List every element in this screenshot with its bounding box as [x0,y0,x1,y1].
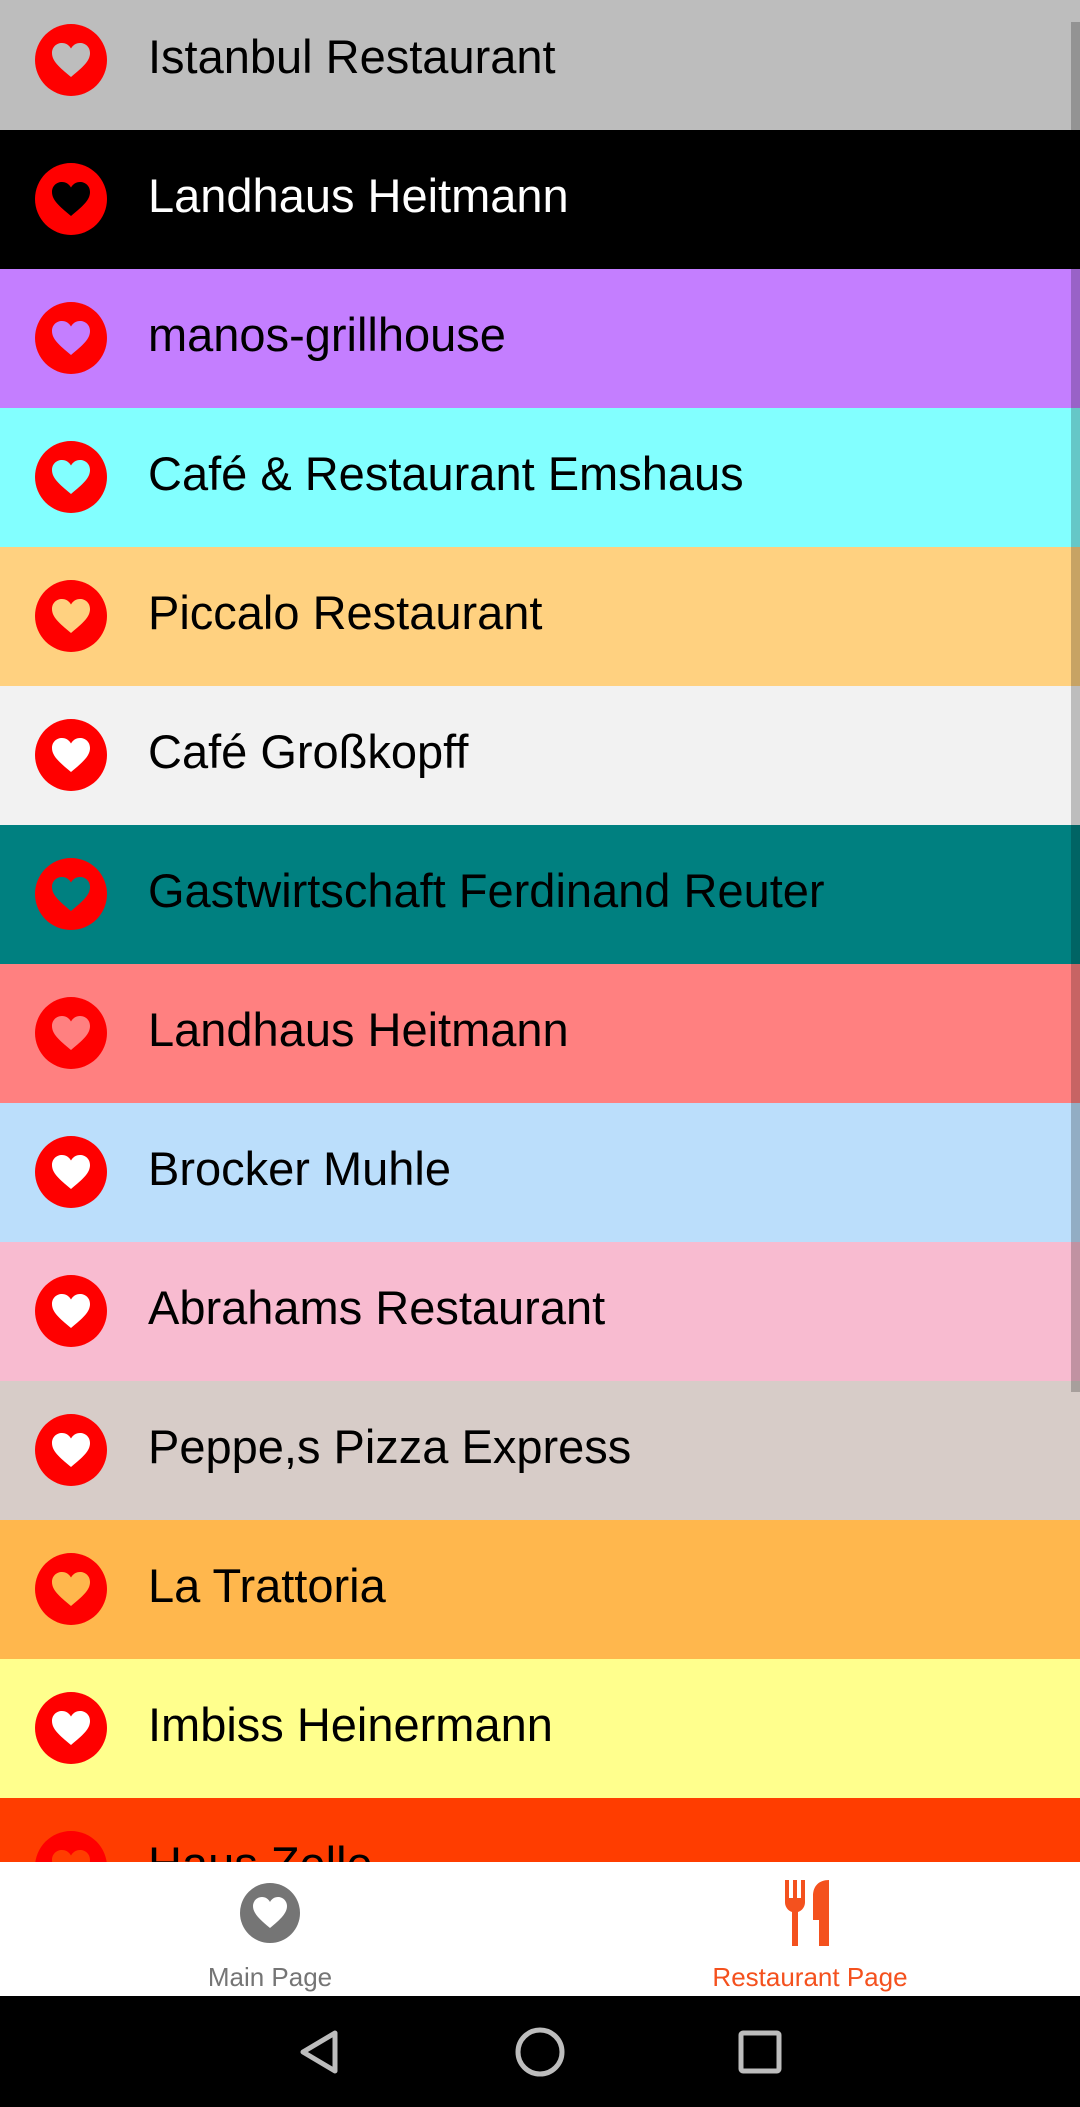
restaurant-name: La Trattoria [148,1559,386,1612]
nav-main-page-label: Main Page [207,1962,333,1992]
heart-icon [52,1433,90,1467]
bottom-navigation: Main Page Restaurant Page [0,1862,1080,1996]
favorite-button[interactable] [35,580,107,652]
favorite-button[interactable] [35,1553,107,1625]
restaurant-name: Imbiss Heinermann [148,1698,553,1751]
heart-circle-icon [238,1878,302,1948]
restaurant-row[interactable]: Haus Zelle [0,1798,1080,1862]
scrollbar[interactable] [1071,22,1080,1392]
restaurant-row[interactable]: Imbiss Heinermann [0,1659,1080,1798]
restaurant-name: Haus Zelle [148,1798,373,1862]
restaurant-name: Landhaus Heitmann [148,1003,569,1056]
restaurant-row[interactable]: Café Großkopff [0,686,1080,825]
heart-icon [52,1294,90,1328]
heart-icon [52,460,90,494]
favorite-button[interactable] [35,163,107,235]
nav-main-page[interactable]: Main Page [0,1862,540,1996]
restaurant-row[interactable]: Landhaus Heitmann [0,964,1080,1103]
recents-icon[interactable] [730,2022,790,2082]
heart-icon [52,182,90,216]
heart-icon [52,1016,90,1050]
restaurant-row[interactable]: Istanbul Restaurant [0,0,1080,130]
favorite-button[interactable] [35,302,107,374]
heart-icon [52,1850,90,1862]
restaurant-row[interactable]: Abrahams Restaurant [0,1242,1080,1381]
favorite-button[interactable] [35,1692,107,1764]
favorite-button[interactable] [35,1831,107,1862]
nav-restaurant-page-label: Restaurant Page [712,1962,908,1992]
heart-icon [52,599,90,633]
heart-icon [52,738,90,772]
system-navigation-bar [0,1996,1080,2107]
back-icon[interactable] [290,2022,350,2082]
nav-restaurant-page[interactable]: Restaurant Page [540,1862,1080,1996]
restaurant-name: Peppe,s Pizza Express [148,1420,632,1473]
restaurant-row[interactable]: Piccalo Restaurant [0,547,1080,686]
heart-icon [52,43,90,77]
favorite-button[interactable] [35,24,107,96]
favorite-button[interactable] [35,1414,107,1486]
favorite-button[interactable] [35,858,107,930]
restaurant-name: Café & Restaurant Emshaus [148,447,744,500]
restaurant-name: Abrahams Restaurant [148,1281,606,1334]
restaurant-row[interactable]: Café & Restaurant Emshaus [0,408,1080,547]
restaurant-row[interactable]: manos-grillhouse [0,269,1080,408]
heart-icon [52,877,90,911]
home-icon[interactable] [510,2022,570,2082]
favorite-button[interactable] [35,1136,107,1208]
restaurant-row[interactable]: Peppe,s Pizza Express [0,1381,1080,1520]
restaurant-list: Istanbul Restaurant Landhaus Heitmann mano… [0,0,1080,1862]
heart-icon [52,1572,90,1606]
restaurant-name: manos-grillhouse [148,308,506,361]
restaurant-row[interactable]: La Trattoria [0,1520,1080,1659]
restaurant-name: Piccalo Restaurant [148,586,543,639]
restaurant-row[interactable]: Gastwirtschaft Ferdinand Reuter [0,825,1080,964]
restaurant-name: Landhaus Heitmann [148,169,569,222]
restaurant-name: Brocker Muhle [148,1142,451,1195]
restaurant-list-viewport[interactable]: Istanbul Restaurant Landhaus Heitmann mano… [0,0,1080,1862]
heart-icon [52,1155,90,1189]
heart-icon [52,1711,90,1745]
restaurant-name: Gastwirtschaft Ferdinand Reuter [148,864,825,917]
restaurant-icon [778,1878,842,1948]
favorite-button[interactable] [35,441,107,513]
favorite-button[interactable] [35,719,107,791]
restaurant-name: Istanbul Restaurant [148,30,556,83]
restaurant-name: Café Großkopff [148,725,469,778]
restaurant-row[interactable]: Landhaus Heitmann [0,130,1080,269]
restaurant-row[interactable]: Brocker Muhle [0,1103,1080,1242]
favorite-button[interactable] [35,1275,107,1347]
favorite-button[interactable] [35,997,107,1069]
heart-icon [52,321,90,355]
